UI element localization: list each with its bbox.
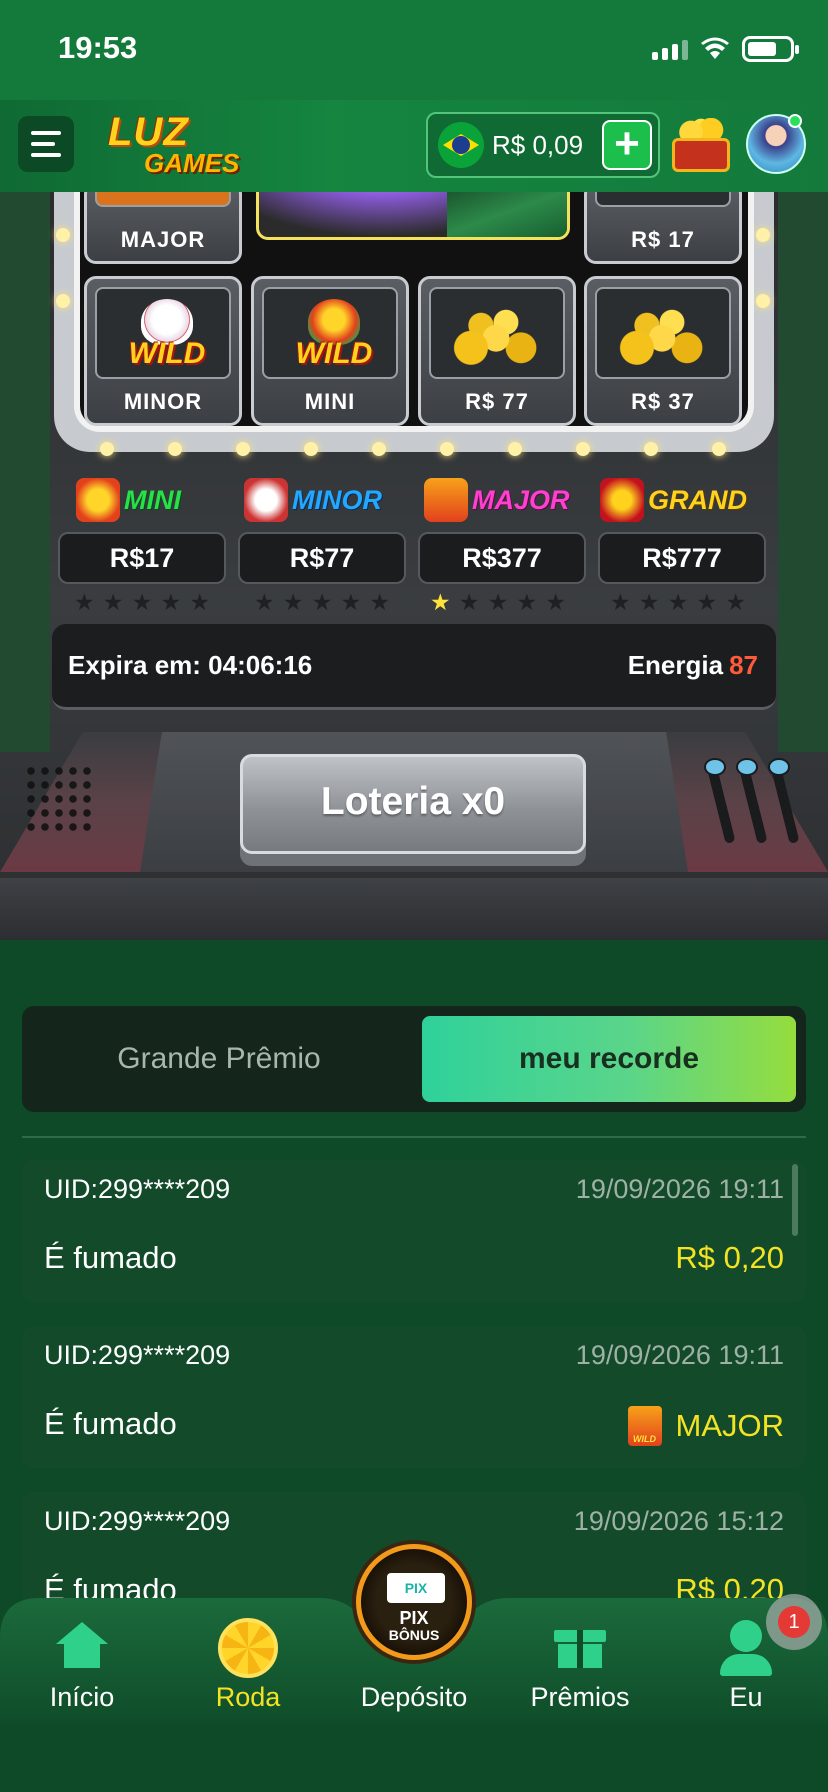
dragon-wild-icon: WILD (282, 299, 386, 371)
wheel-icon (218, 1618, 278, 1678)
reel-cell-major: MAJOR (84, 192, 242, 264)
signal-icon (652, 38, 688, 60)
star-icon: ★ (160, 589, 182, 615)
pix-icon: PIX (387, 1573, 445, 1603)
grand-win-icon (600, 478, 644, 522)
star-icon: ★ (725, 589, 746, 615)
lottery-button[interactable]: Loteria x0 (240, 754, 586, 854)
reel-cell-minor: WILD MINOR (84, 276, 242, 426)
reel-cell-r37: R$ 37 (584, 276, 742, 426)
star-icon: ★ (610, 589, 631, 615)
jackpot-major-label: MAJOR (424, 478, 570, 522)
star-icon: ★ (516, 589, 538, 615)
jackpot-mini-stars: ★ ★ ★ ★ ★ (74, 590, 210, 614)
info-bar: Expira em: 04:06:16 Energia 87 (52, 624, 776, 710)
energy-display: Energia 87 (627, 650, 758, 680)
star-icon: ★ (696, 589, 718, 615)
dragon-wild-icon (76, 478, 120, 522)
scrollbar[interactable] (792, 1164, 798, 1236)
app-header: LUZ GAMES R$ 0,09 + (0, 100, 828, 192)
jackpot-major-value: R$377 (418, 532, 586, 584)
menu-button[interactable] (18, 116, 74, 172)
jackpot-major-stars: ★ ★ ★ ★ ★ (430, 590, 566, 614)
star-icon: ★ (189, 589, 210, 615)
jackpot-minor-value: R$77 (238, 532, 406, 584)
gold-coins-icon (617, 303, 717, 367)
status-time: 19:53 (58, 30, 138, 65)
reel-cell-mini: WILD MINI (251, 276, 409, 426)
home-icon (56, 1622, 108, 1668)
slot-machine: MAJOR R$ 17 WILD MINOR WILD MINI R$ 77 R… (0, 192, 828, 940)
battery-icon (742, 36, 799, 62)
star-icon: ★ (638, 589, 660, 615)
wifi-icon (701, 37, 729, 59)
star-icon: ★ (282, 589, 304, 615)
add-funds-button[interactable]: + (602, 120, 652, 170)
online-indicator (788, 114, 802, 128)
star-icon: ★ (545, 589, 566, 615)
jackpot-grand-stars: ★ ★ ★ ★ ★ (610, 590, 746, 614)
pix-bonus-button[interactable]: PIX PIX BÔNUS (356, 1544, 472, 1660)
major-wild-icon (424, 478, 468, 522)
star-icon: ★ (131, 589, 153, 615)
jackpot-mini-value: R$17 (58, 532, 226, 584)
notification-badge[interactable]: 1 (766, 1594, 822, 1650)
major-wild-icon (627, 1406, 662, 1446)
treasure-chest-icon[interactable] (668, 114, 734, 176)
star-icon: ★ (487, 589, 509, 615)
gift-icon (554, 1622, 606, 1668)
star-icon: ★ (369, 589, 390, 615)
jackpot-minor-stars: ★ ★ ★ ★ ★ (254, 590, 390, 614)
luz-games-logo[interactable]: LUZ GAMES (108, 110, 242, 182)
divider (22, 1136, 806, 1138)
balance-display: R$ 0,09 + (426, 112, 660, 178)
gold-coins-icon (451, 303, 551, 367)
nav-inicio[interactable]: Início (12, 1608, 152, 1718)
star-icon: ★ (102, 589, 124, 615)
star-icon: ★ (430, 589, 451, 615)
jackpot-grand-value: R$777 (598, 532, 766, 584)
jackpot-grand-label: GRAND (600, 478, 747, 522)
rabbit-wild-icon (244, 478, 288, 522)
brazil-flag-icon (438, 122, 484, 168)
star-icon: ★ (667, 589, 689, 615)
star-icon: ★ (311, 589, 333, 615)
list-item: UID:299****209 19/09/2026 19:11 É fumado… (22, 1160, 806, 1302)
energy-value: 87 (729, 650, 758, 680)
nav-roda[interactable]: Roda (178, 1608, 318, 1718)
star-icon: ★ (340, 589, 362, 615)
star-icon: ★ (458, 589, 480, 615)
reel-cell-r77: R$ 77 (418, 276, 576, 426)
speaker-grille (24, 764, 94, 834)
balance-value: R$ 0,09 (492, 129, 584, 160)
list-item: UID:299****209 19/09/2026 19:11 É fumado… (22, 1326, 806, 1468)
status-icons (652, 36, 799, 62)
status-bar: 19:53 (0, 0, 828, 100)
reel-cell-r17: R$ 17 (584, 192, 742, 264)
user-icon (718, 1620, 774, 1676)
tab-meu-recorde[interactable]: meu recorde (422, 1016, 796, 1102)
jackpot-minor-label: MINOR (244, 478, 382, 522)
rabbit-wild-icon: WILD (115, 299, 219, 371)
menu-icon (31, 131, 61, 135)
nav-premios[interactable]: Prêmios (510, 1608, 650, 1718)
expiry-timer: Expira em: 04:06:16 (68, 650, 313, 680)
jackpot-mini-label: MINI (76, 478, 181, 522)
lever-knob (704, 758, 726, 776)
star-icon: ★ (254, 589, 275, 615)
tab-grande-premio[interactable]: Grande Prêmio (22, 1006, 416, 1112)
star-icon: ★ (74, 589, 95, 615)
disco-ball-art (256, 192, 570, 240)
record-tabs: Grande Prêmio meu recorde (22, 1006, 806, 1112)
